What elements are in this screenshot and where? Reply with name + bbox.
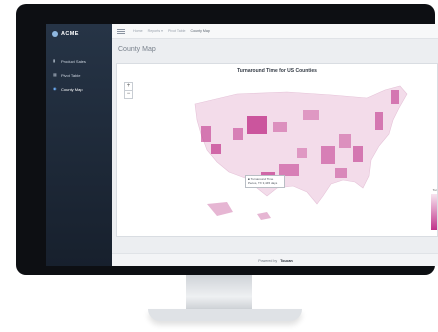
- sidebar-item-label: County Map: [61, 86, 83, 92]
- breadcrumb-pivot-table[interactable]: Pivot Table: [168, 29, 186, 33]
- sidebar-item-product-sales[interactable]: ▮ Product Sales: [46, 54, 112, 68]
- breadcrumb: Home Reports ▾ Pivot Table County Map: [133, 29, 210, 33]
- menu-icon[interactable]: [117, 28, 125, 34]
- sidebar-item-label: Pivot Table: [61, 72, 81, 78]
- map-tooltip: ■ Turnaround Time Pecos, TX 3,445 days: [245, 175, 285, 188]
- sidebar-item-pivot-table[interactable]: ▦ Pivot Table: [46, 68, 112, 82]
- brand-name: ACME: [61, 31, 79, 37]
- sidebar-item-label: Product Sales: [61, 58, 86, 64]
- county-map[interactable]: [117, 64, 437, 236]
- screen: ACME ▮ Product Sales ▦ Pivot Table ◉ Cou…: [46, 24, 438, 266]
- breadcrumb-current: County Map: [190, 29, 210, 33]
- zoom-in-button[interactable]: +: [125, 83, 132, 90]
- hawaii-region: [257, 212, 271, 220]
- monitor-stand-neck: [186, 275, 252, 311]
- table-icon: ▦: [53, 72, 57, 77]
- legend-label: Tur: [432, 188, 437, 192]
- brand-logo-icon: [52, 31, 58, 37]
- zoom-control: + −: [124, 82, 133, 99]
- us-landmass: [194, 85, 408, 205]
- powered-by-text: Powered by: [258, 258, 278, 263]
- map-title: Turnaround Time for US Counties: [237, 68, 317, 74]
- monitor-frame: ACME ▮ Product Sales ▦ Pivot Table ◉ Cou…: [16, 4, 438, 275]
- sidebar-item-county-map[interactable]: ◉ County Map: [46, 82, 112, 96]
- map-card: Turnaround Time for US Counties + − ■ Tu…: [116, 63, 438, 237]
- sidebar: ACME ▮ Product Sales ▦ Pivot Table ◉ Cou…: [46, 24, 112, 266]
- breadcrumb-reports[interactable]: Reports ▾: [148, 29, 163, 33]
- brand[interactable]: ACME: [52, 31, 79, 37]
- monitor-stand-base: [148, 309, 302, 321]
- zoom-out-button[interactable]: −: [125, 90, 132, 98]
- vendor-logo[interactable]: Toucan: [280, 259, 293, 263]
- tooltip-value: Pecos, TX 3,445 days: [248, 181, 278, 185]
- sidebar-nav: ▮ Product Sales ▦ Pivot Table ◉ County M…: [46, 54, 112, 96]
- breadcrumb-home[interactable]: Home: [133, 29, 143, 33]
- chart-icon: ▮: [53, 58, 56, 63]
- legend-color-scale: [431, 194, 437, 230]
- footer: Powered by Toucan: [112, 253, 438, 266]
- map-icon: ◉: [53, 86, 57, 91]
- top-bar: Home Reports ▾ Pivot Table County Map: [112, 24, 438, 39]
- page-title: County Map: [118, 46, 156, 53]
- alaska-region: [207, 202, 233, 216]
